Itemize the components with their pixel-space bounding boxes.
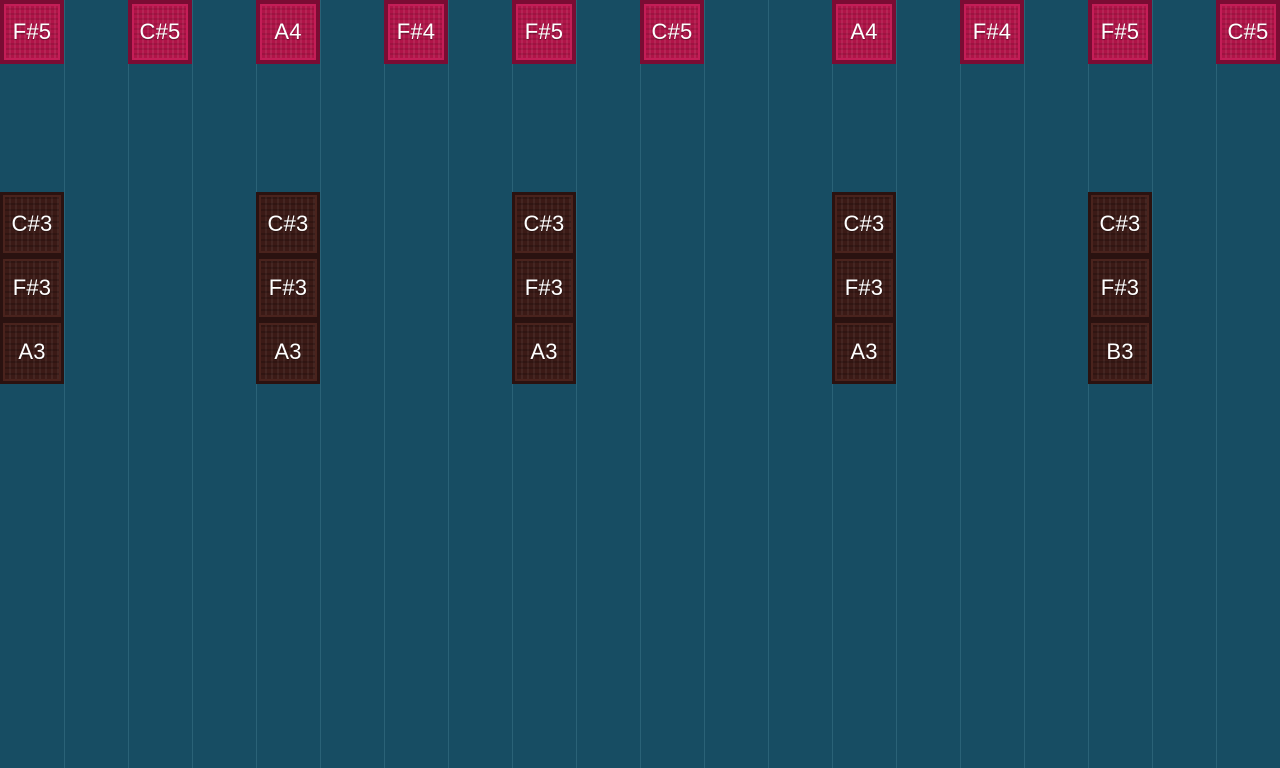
chord-note-block[interactable]: F#3 (832, 256, 896, 320)
melody-note-block[interactable]: F#4 (960, 0, 1024, 64)
grid-line (1216, 0, 1217, 768)
grid-line (1024, 0, 1025, 768)
chord-note-block[interactable]: A3 (256, 320, 320, 384)
chord-note-block[interactable]: F#3 (256, 256, 320, 320)
grid-line (448, 0, 449, 768)
chord-note-block[interactable]: F#3 (512, 256, 576, 320)
melody-note-block[interactable]: F#5 (1088, 0, 1152, 64)
chord-note-block[interactable]: C#3 (256, 192, 320, 256)
melody-note-block[interactable]: F#5 (512, 0, 576, 64)
grid-line (704, 0, 705, 768)
grid-line (192, 0, 193, 768)
melody-note-block[interactable]: F#4 (384, 0, 448, 64)
melody-note-block[interactable]: A4 (832, 0, 896, 64)
grid-line (256, 0, 257, 768)
grid-line (640, 0, 641, 768)
grid-line (512, 0, 513, 768)
chord-note-block[interactable]: C#3 (832, 192, 896, 256)
melody-note-block[interactable]: F#5 (0, 0, 64, 64)
grid-line (576, 0, 577, 768)
note-board: F#5 C#3 F#3 A3 C#5 A4 C#3 F#3 A3 F#4 F#5 C#3 F#3 A3 C#… (0, 0, 1280, 768)
chord-note-block[interactable]: B3 (1088, 320, 1152, 384)
chord-note-block[interactable]: A3 (832, 320, 896, 384)
chord-note-block[interactable]: A3 (512, 320, 576, 384)
melody-note-block[interactable]: C#5 (640, 0, 704, 64)
melody-note-block[interactable]: C#5 (128, 0, 192, 64)
grid-line (128, 0, 129, 768)
grid-line (384, 0, 385, 768)
grid-line (768, 0, 769, 768)
grid-line (1088, 0, 1089, 768)
grid-line (320, 0, 321, 768)
grid-line (896, 0, 897, 768)
chord-note-block[interactable]: C#3 (1088, 192, 1152, 256)
grid-line (1152, 0, 1153, 768)
chord-note-block[interactable]: C#3 (0, 192, 64, 256)
chord-note-block[interactable]: F#3 (0, 256, 64, 320)
melody-note-block[interactable]: A4 (256, 0, 320, 64)
chord-note-block[interactable]: F#3 (1088, 256, 1152, 320)
grid-line (64, 0, 65, 768)
chord-note-block[interactable]: C#3 (512, 192, 576, 256)
melody-note-block[interactable]: C#5 (1216, 0, 1280, 64)
grid-line (960, 0, 961, 768)
chord-note-block[interactable]: A3 (0, 320, 64, 384)
grid-line (832, 0, 833, 768)
